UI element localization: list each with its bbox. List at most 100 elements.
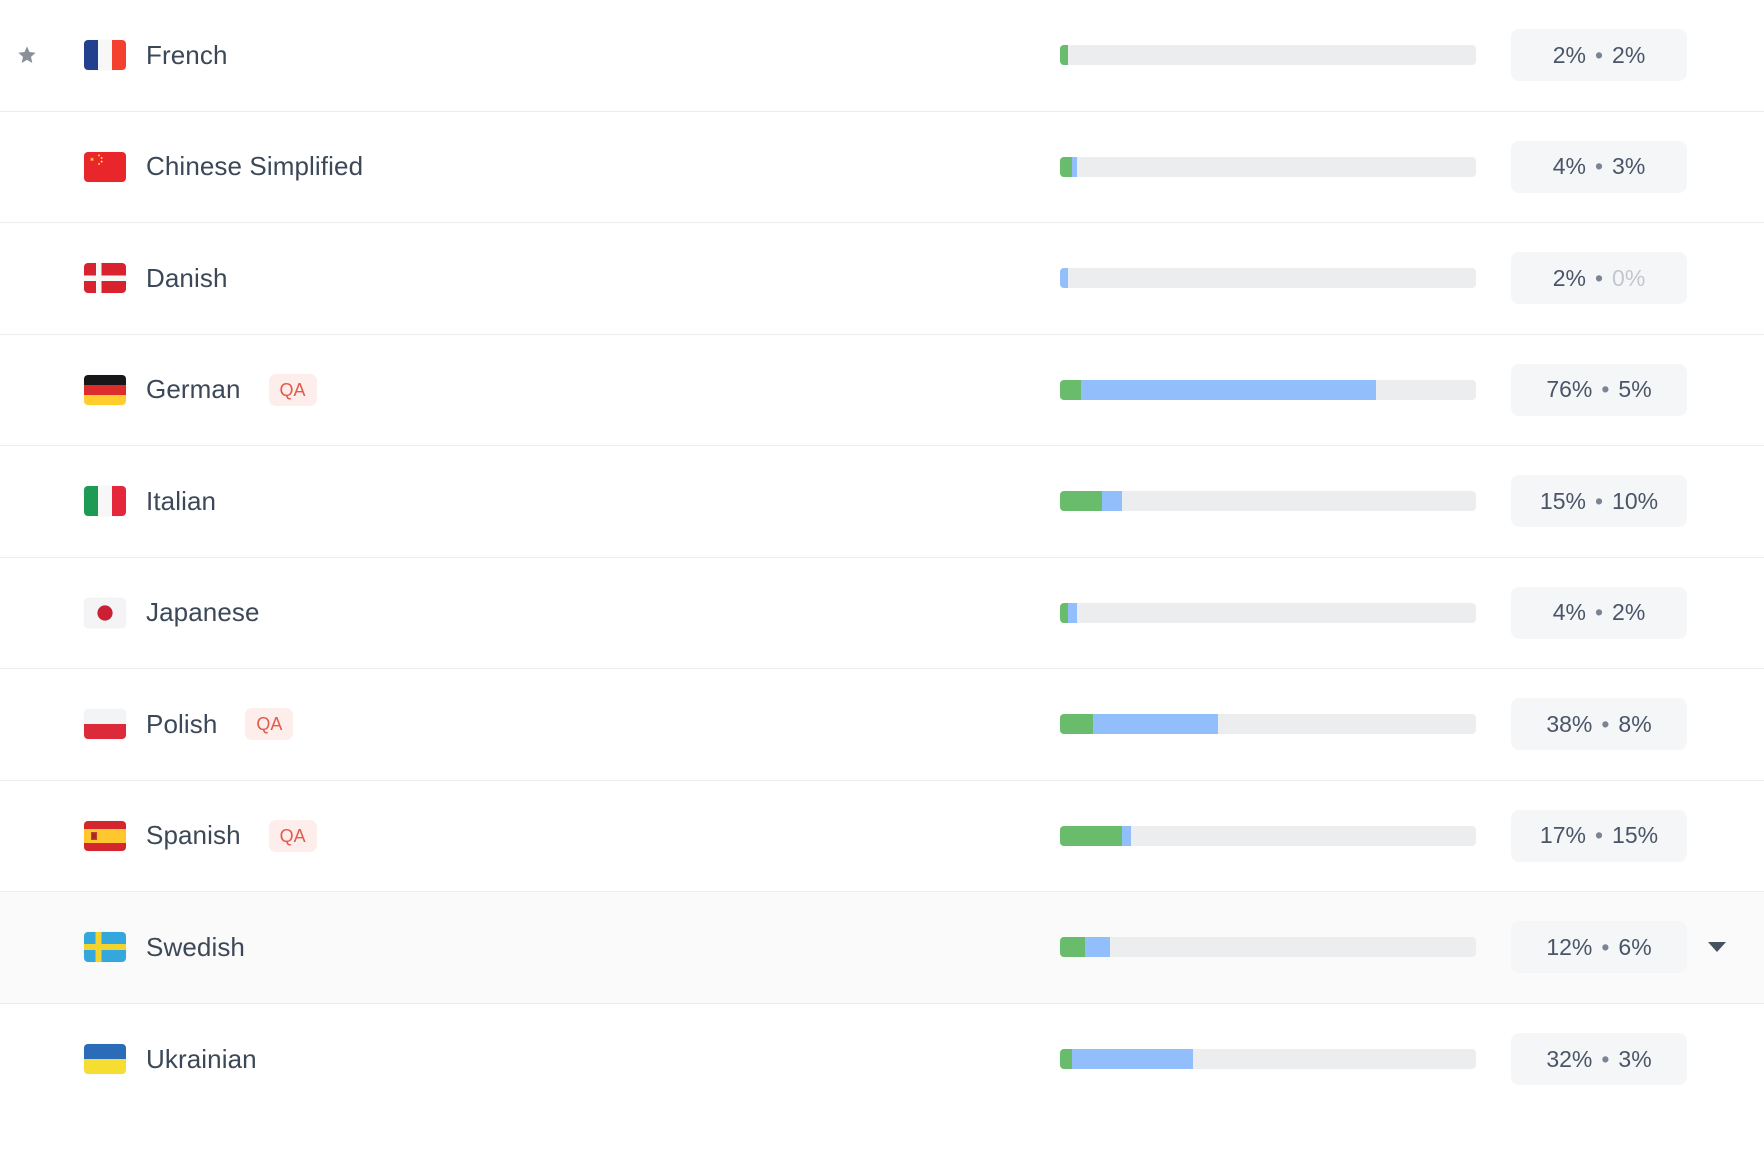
progress-cell: [1060, 602, 1480, 623]
language-row[interactable]: Spanish QA 17% • 15%: [0, 780, 1764, 892]
language-label: German: [146, 374, 241, 405]
language-label: Italian: [146, 485, 217, 516]
progress-segment-translated: [1072, 1049, 1194, 1070]
favorite-cell[interactable]: [0, 937, 42, 957]
favorite-cell[interactable]: [0, 380, 42, 400]
favorite-cell[interactable]: [0, 826, 42, 846]
row-actions-cell[interactable]: [1686, 719, 1764, 729]
progress-segment-translated: [1122, 825, 1131, 846]
flag-sweden-icon: [84, 932, 126, 963]
favorite-cell[interactable]: [0, 491, 42, 511]
percent-separator: •: [1601, 1045, 1610, 1072]
percent-cell: 4% • 3%: [1480, 140, 1687, 193]
approved-percent: 2%: [1612, 599, 1646, 626]
percent-badge: 2% • 0%: [1511, 252, 1687, 305]
flag-japan-icon: [84, 597, 126, 628]
qa-badge[interactable]: QA: [268, 819, 317, 852]
translated-percent: 76%: [1546, 376, 1593, 403]
favorite-cell[interactable]: [0, 45, 42, 65]
progress-cell: [1060, 491, 1480, 512]
translated-percent: 4%: [1552, 153, 1586, 180]
progress-cell: [1060, 268, 1480, 289]
progress-segment-approved: [1060, 937, 1085, 958]
approved-percent: 6%: [1618, 933, 1652, 960]
row-actions-cell[interactable]: [1686, 50, 1764, 60]
progress-bar-track: [1060, 937, 1476, 958]
row-actions-cell[interactable]: [1686, 162, 1764, 172]
language-row[interactable]: German QA 76% • 5%: [0, 334, 1764, 446]
approved-percent: 5%: [1618, 376, 1652, 403]
approved-percent: 3%: [1612, 153, 1646, 180]
percent-badge: 4% • 3%: [1511, 140, 1687, 193]
percent-cell: 2% • 0%: [1480, 252, 1687, 305]
qa-badge[interactable]: QA: [268, 373, 317, 406]
language-name-cell: Polish QA: [42, 708, 1060, 741]
percent-badge: 12% • 6%: [1511, 921, 1687, 974]
language-row[interactable]: Japanese 4% • 2%: [0, 557, 1764, 669]
favorite-cell[interactable]: [0, 603, 42, 623]
row-actions-cell[interactable]: [1686, 608, 1764, 618]
percent-cell: 32% • 3%: [1480, 1033, 1687, 1086]
row-actions-cell[interactable]: [1686, 942, 1764, 953]
percent-separator: •: [1594, 153, 1604, 180]
percent-cell: 4% • 2%: [1480, 586, 1687, 639]
percent-cell: 76% • 5%: [1480, 363, 1687, 416]
progress-bar-track: [1060, 379, 1476, 400]
percent-cell: 17% • 15%: [1480, 809, 1687, 862]
translated-percent: 2%: [1552, 264, 1586, 291]
progress-cell: [1060, 1049, 1480, 1070]
translated-percent: 15%: [1539, 487, 1586, 514]
chevron-down-icon[interactable]: [1708, 942, 1726, 953]
language-name-cell: German QA: [42, 373, 1060, 406]
favorite-cell[interactable]: [0, 1049, 42, 1069]
language-row[interactable]: Danish 2% • 0%: [0, 223, 1764, 335]
percent-badge: 17% • 15%: [1511, 809, 1687, 862]
progress-bar-track: [1060, 45, 1476, 66]
language-row[interactable]: Polish QA 38% • 8%: [0, 669, 1764, 781]
progress-cell: [1060, 45, 1480, 66]
favorite-star-icon[interactable]: [17, 45, 37, 65]
language-progress-page: French 2% • 2% Chinese Simplified 4% • 3% Danish…: [0, 0, 1764, 1165]
percent-separator: •: [1594, 41, 1604, 68]
approved-percent: 0%: [1612, 264, 1646, 291]
favorite-cell[interactable]: [0, 268, 42, 288]
favorite-cell[interactable]: [0, 714, 42, 734]
approved-percent: 15%: [1612, 822, 1659, 849]
row-actions-cell[interactable]: [1686, 496, 1764, 506]
progress-bar-track: [1060, 714, 1476, 735]
row-actions-cell[interactable]: [1686, 273, 1764, 283]
row-actions-cell[interactable]: [1686, 1054, 1764, 1064]
progress-bar-track: [1060, 602, 1476, 623]
language-name-cell: Danish: [42, 263, 1060, 294]
qa-badge[interactable]: QA: [245, 708, 294, 741]
language-label: Danish: [146, 262, 228, 293]
progress-segment-translated: [1072, 156, 1077, 177]
language-row[interactable]: Ukrainian 32% • 3%: [0, 1003, 1764, 1115]
translated-percent: 32%: [1546, 1045, 1593, 1072]
language-row[interactable]: French 2% • 2%: [0, 0, 1764, 112]
language-row[interactable]: Chinese Simplified 4% • 3%: [0, 111, 1764, 223]
row-actions-cell[interactable]: [1686, 831, 1764, 841]
translated-percent: 17%: [1539, 822, 1586, 849]
language-label: Chinese Simplified: [146, 151, 364, 182]
progress-bar-track: [1060, 825, 1476, 846]
flag-spain-icon: [84, 820, 126, 851]
percent-separator: •: [1601, 376, 1610, 403]
progress-cell: [1060, 156, 1480, 177]
language-name-cell: Swedish: [42, 932, 1060, 963]
percent-separator: •: [1594, 822, 1604, 849]
progress-segment-approved: [1060, 1049, 1073, 1070]
progress-segment-translated: [1101, 491, 1123, 512]
favorite-cell[interactable]: [0, 157, 42, 177]
language-name-cell: Spanish QA: [42, 819, 1060, 852]
language-name-cell: Japanese: [42, 597, 1060, 628]
percent-cell: 2% • 2%: [1480, 29, 1687, 82]
progress-bar-track: [1060, 491, 1476, 512]
language-label: Ukrainian: [146, 1043, 257, 1074]
language-row[interactable]: Italian 15% • 10%: [0, 446, 1764, 558]
percent-cell: 38% • 8%: [1480, 698, 1687, 751]
language-row[interactable]: Swedish 12% • 6%: [0, 892, 1764, 1004]
percent-badge: 15% • 10%: [1511, 475, 1687, 528]
row-actions-cell[interactable]: [1686, 385, 1764, 395]
language-label: Spanish: [146, 820, 241, 851]
